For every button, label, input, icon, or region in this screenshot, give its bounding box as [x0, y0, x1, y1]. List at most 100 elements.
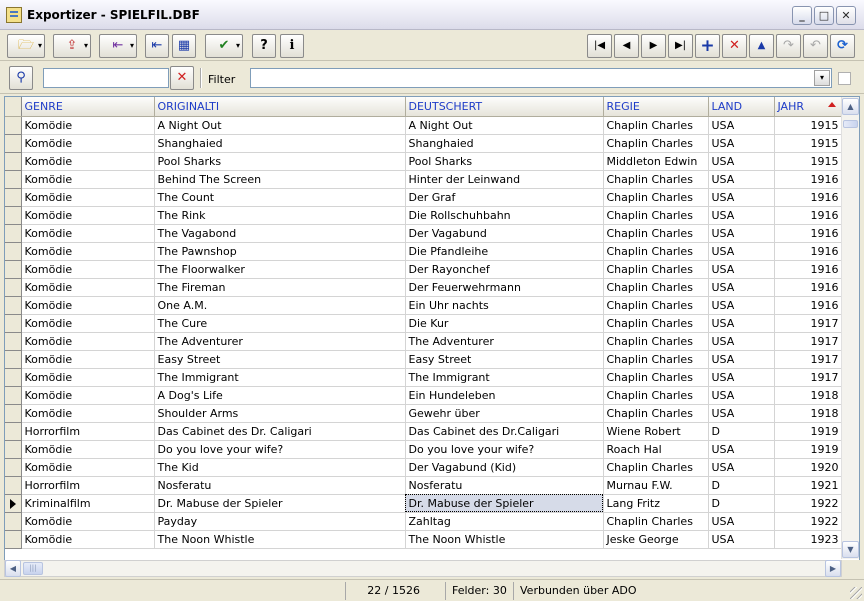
cell-genre[interactable]: Komödie: [21, 314, 155, 333]
cell-land[interactable]: USA: [708, 386, 775, 405]
nav-next-button[interactable]: ▶: [641, 34, 666, 58]
cell-deutschert[interactable]: Das Cabinet des Dr.Caligari: [405, 422, 604, 441]
nav-cancel-button[interactable]: ↶: [803, 34, 828, 58]
table-row[interactable]: Komödie The Immigrant The Immigrant Chaplin…: [5, 368, 841, 387]
cell-regie[interactable]: Lang Fritz: [603, 494, 709, 513]
cell-land[interactable]: USA: [708, 134, 775, 153]
row-indicator[interactable]: [5, 368, 22, 387]
row-indicator[interactable]: [5, 242, 22, 261]
cell-regie[interactable]: Roach Hal: [603, 440, 709, 459]
cell-deutschert[interactable]: Die Kur: [405, 314, 604, 333]
cell-deutschert[interactable]: Zahltag: [405, 512, 604, 531]
cell-originalti[interactable]: Nosferatu: [154, 476, 406, 495]
search-person-button[interactable]: ⚲: [9, 66, 33, 90]
cell-land[interactable]: USA: [708, 458, 775, 477]
row-indicator[interactable]: [5, 404, 22, 423]
cell-jahr[interactable]: 1915: [774, 134, 841, 153]
cell-land[interactable]: USA: [708, 260, 775, 279]
cell-jahr[interactable]: 1916: [774, 242, 841, 261]
table-row[interactable]: Komödie The Pawnshop Die Pfandleihe Chaplin…: [5, 242, 841, 261]
cell-genre[interactable]: Horrorfilm: [21, 422, 155, 441]
cell-genre[interactable]: Komödie: [21, 368, 155, 387]
row-indicator[interactable]: [5, 314, 22, 333]
horizontal-scrollbar[interactable]: ◀ ||| ▶: [4, 560, 842, 577]
column-header-jahr[interactable]: JAHR: [774, 97, 841, 117]
cell-jahr[interactable]: 1916: [774, 206, 841, 225]
cell-land[interactable]: USA: [708, 152, 775, 171]
cell-originalti[interactable]: Dr. Mabuse der Spieler: [154, 494, 406, 513]
cell-originalti[interactable]: One A.M.: [154, 296, 406, 315]
row-indicator[interactable]: [5, 116, 22, 135]
search-input[interactable]: [43, 68, 169, 88]
cell-jahr[interactable]: 1920: [774, 458, 841, 477]
cell-originalti[interactable]: The Rink: [154, 206, 406, 225]
row-indicator[interactable]: [5, 440, 22, 459]
cell-originalti[interactable]: Pool Sharks: [154, 152, 406, 171]
cell-genre[interactable]: Komödie: [21, 440, 155, 459]
cell-originalti[interactable]: A Dog's Life: [154, 386, 406, 405]
cell-jahr[interactable]: 1917: [774, 314, 841, 333]
import-button[interactable]: ⇤ ▾: [99, 34, 137, 58]
column-header-regie[interactable]: REGIE: [603, 97, 709, 117]
cell-deutschert[interactable]: The Immigrant: [405, 368, 604, 387]
cell-deutschert[interactable]: A Night Out: [405, 116, 604, 135]
cell-jahr[interactable]: 1916: [774, 224, 841, 243]
row-indicator[interactable]: [5, 152, 22, 171]
cell-jahr[interactable]: 1922: [774, 494, 841, 513]
row-indicator[interactable]: [5, 350, 22, 369]
goto-column-button[interactable]: ⇤: [145, 34, 169, 58]
row-indicator[interactable]: [5, 458, 22, 477]
cell-regie[interactable]: Chaplin Charles: [603, 260, 709, 279]
chevron-down-icon[interactable]: ▾: [814, 70, 830, 86]
nav-delete-button[interactable]: ✕: [722, 34, 747, 58]
cell-jahr[interactable]: 1915: [774, 116, 841, 135]
cell-land[interactable]: USA: [708, 350, 775, 369]
cell-jahr[interactable]: 1918: [774, 386, 841, 405]
row-indicator[interactable]: [5, 260, 22, 279]
nav-insert-button[interactable]: +: [695, 34, 720, 58]
cell-originalti[interactable]: The Noon Whistle: [154, 530, 406, 549]
row-indicator[interactable]: [5, 188, 22, 207]
cell-land[interactable]: USA: [708, 530, 775, 549]
cell-land[interactable]: D: [708, 422, 775, 441]
nav-refresh-button[interactable]: ⟳: [830, 34, 855, 58]
column-header-originalti[interactable]: ORIGINALTI: [154, 97, 406, 117]
open-button[interactable]: 🗁 ▾: [7, 34, 45, 58]
cell-land[interactable]: USA: [708, 440, 775, 459]
table-row[interactable]: Komödie The Vagabond Der Vagabund Chaplin C…: [5, 224, 841, 243]
cell-jahr[interactable]: 1922: [774, 512, 841, 531]
cell-land[interactable]: D: [708, 494, 775, 513]
table-row[interactable]: Komödie One A.M. Ein Uhr nachts Chaplin Cha…: [5, 296, 841, 315]
cell-deutschert[interactable]: Hinter der Leinwand: [405, 170, 604, 189]
cell-originalti[interactable]: The Kid: [154, 458, 406, 477]
cell-genre[interactable]: Komödie: [21, 530, 155, 549]
grid-view-button[interactable]: ▦: [172, 34, 196, 58]
cell-genre[interactable]: Komödie: [21, 188, 155, 207]
table-row[interactable]: Komödie The Floorwalker Der Rayonchef Chapl…: [5, 260, 841, 279]
table-row[interactable]: Komödie The Noon Whistle The Noon Whistle J…: [5, 530, 841, 549]
row-indicator[interactable]: [5, 134, 22, 153]
cell-originalti[interactable]: The Cure: [154, 314, 406, 333]
cell-regie[interactable]: Chaplin Charles: [603, 350, 709, 369]
cell-jahr[interactable]: 1917: [774, 350, 841, 369]
cell-genre[interactable]: Kriminalfilm: [21, 494, 155, 513]
cell-regie[interactable]: Middleton Edwin: [603, 152, 709, 171]
cell-land[interactable]: USA: [708, 296, 775, 315]
cell-deutschert[interactable]: Der Rayonchef: [405, 260, 604, 279]
cell-deutschert[interactable]: Der Graf: [405, 188, 604, 207]
table-row[interactable]: Komödie Do you love your wife? Do you love…: [5, 440, 841, 459]
cell-land[interactable]: USA: [708, 512, 775, 531]
table-row[interactable]: Komödie Easy Street Easy Street Chaplin Cha…: [5, 350, 841, 369]
cell-land[interactable]: USA: [708, 224, 775, 243]
cell-genre[interactable]: Komödie: [21, 206, 155, 225]
table-row[interactable]: Horrorfilm Das Cabinet des Dr. Caligari Da…: [5, 422, 841, 441]
cell-genre[interactable]: Komödie: [21, 386, 155, 405]
cell-originalti[interactable]: A Night Out: [154, 116, 406, 135]
cell-originalti[interactable]: The Fireman: [154, 278, 406, 297]
cell-genre[interactable]: Komödie: [21, 260, 155, 279]
cell-regie[interactable]: Wiene Robert: [603, 422, 709, 441]
filter-checkbox[interactable]: [838, 72, 851, 85]
row-indicator[interactable]: [5, 422, 22, 441]
cell-regie[interactable]: Jeske George: [603, 530, 709, 549]
row-indicator[interactable]: [5, 296, 22, 315]
